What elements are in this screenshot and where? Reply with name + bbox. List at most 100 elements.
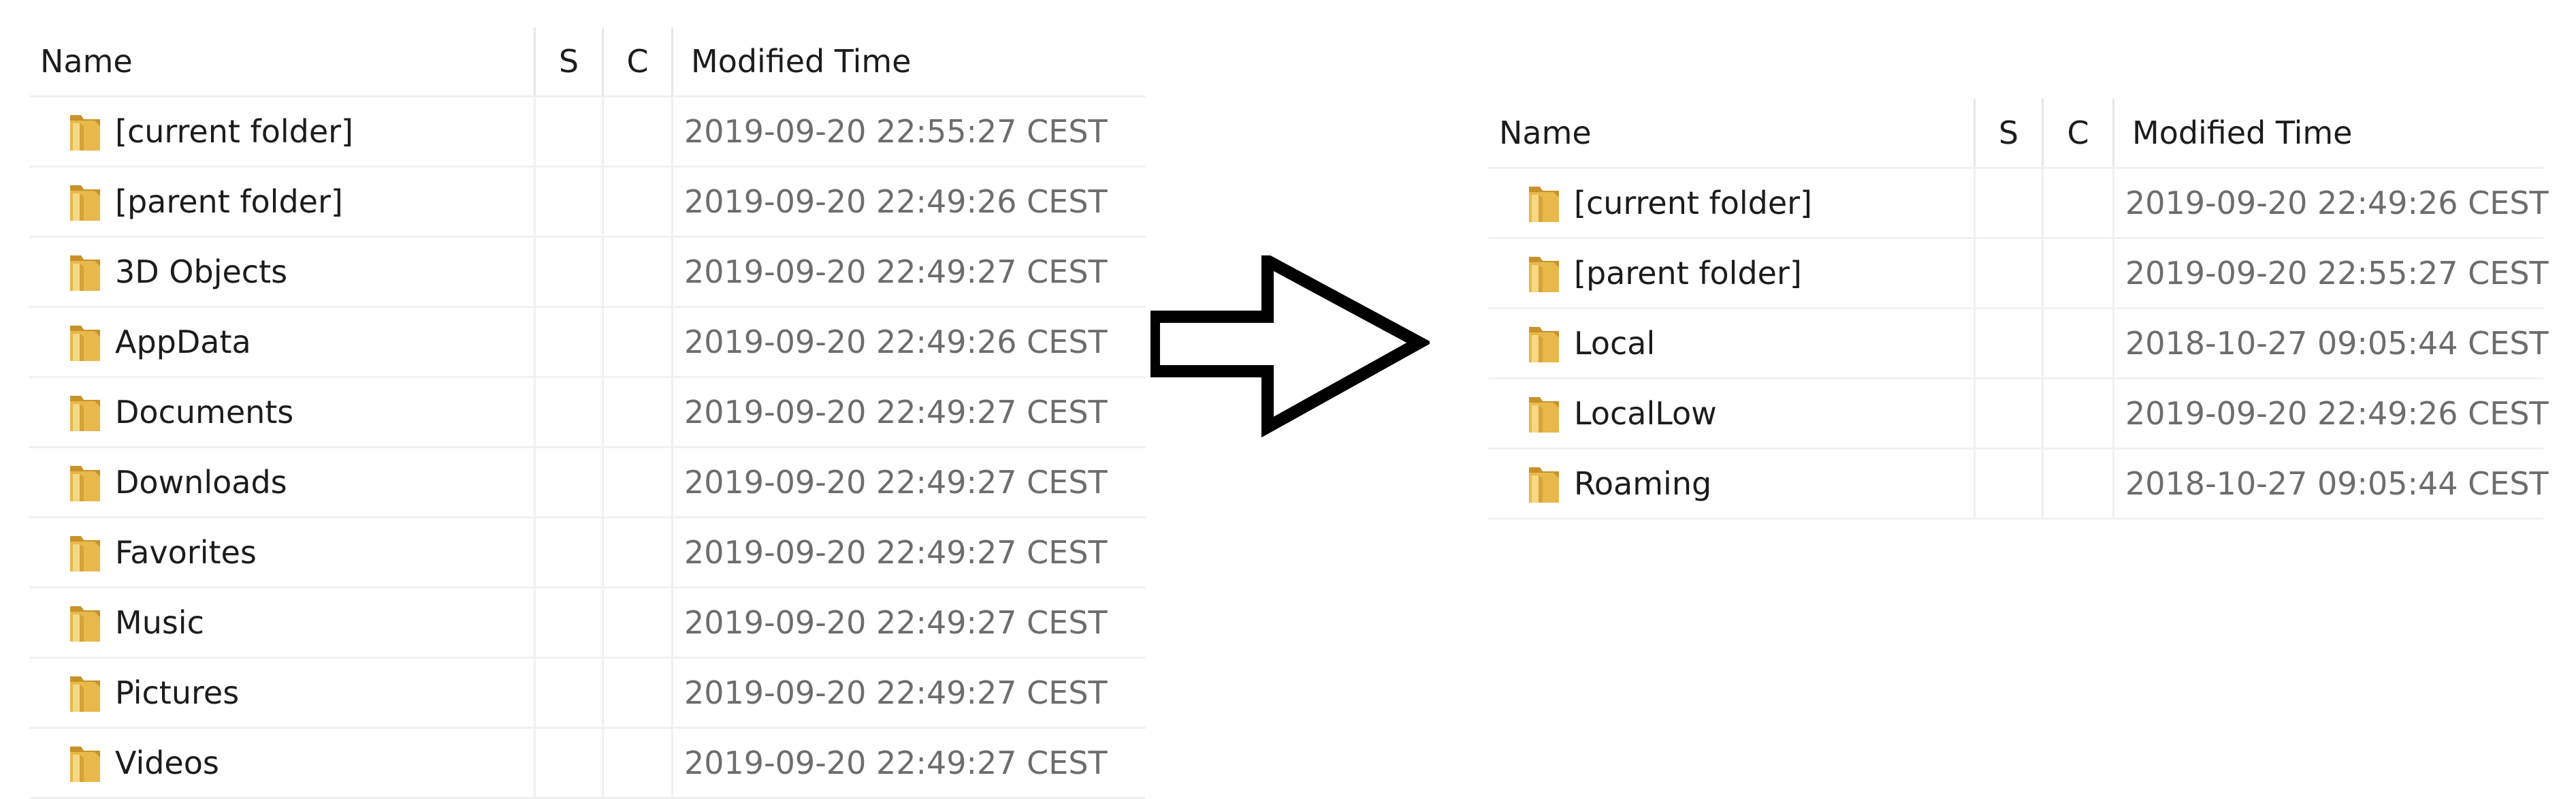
folder-icon [70, 676, 100, 712]
modified-time-cell: 2019-09-20 22:55:27 CEST [684, 113, 1108, 150]
item-name: AppData [115, 324, 251, 360]
folder-icon [70, 466, 100, 501]
c-cell [604, 97, 673, 166]
item-name: [parent folder] [115, 183, 343, 220]
modified-time-cell: 2019-09-20 22:49:26 CEST [2125, 185, 2549, 221]
column-header-name[interactable]: Name [29, 27, 536, 95]
item-name: [current folder] [115, 113, 353, 150]
s-cell [536, 238, 604, 306]
folder-icon [1529, 327, 1559, 362]
list-item[interactable]: Roaming 2018-10-27 09:05:44 CEST [1488, 450, 2549, 520]
c-cell [604, 589, 673, 657]
column-header-name[interactable]: Name [1488, 99, 1976, 167]
name-cell: Downloads [29, 448, 536, 516]
list-item[interactable]: Documents 2019-09-20 22:49:27 CEST [29, 378, 1146, 448]
s-cell [536, 729, 604, 797]
folder-icon [70, 396, 100, 431]
folder-icon [1529, 187, 1559, 222]
c-cell [604, 168, 673, 236]
name-cell: Favorites [29, 518, 536, 586]
name-cell: Music [29, 589, 536, 657]
modified-time-cell: 2019-09-20 22:49:27 CEST [684, 253, 1108, 290]
s-cell [536, 589, 604, 657]
list-item[interactable]: Pictures 2019-09-20 22:49:27 CEST [29, 659, 1146, 729]
folder-icon [1529, 397, 1559, 433]
list-item[interactable]: Local 2018-10-27 09:05:44 CEST [1488, 309, 2549, 379]
name-cell: [parent folder] [29, 168, 536, 236]
folder-icon [70, 606, 100, 642]
item-name: Downloads [115, 464, 287, 501]
folder-icon [1529, 257, 1559, 292]
s-cell [536, 168, 604, 236]
right-arrow-icon [1150, 255, 1430, 438]
item-name: Videos [115, 745, 219, 781]
s-cell [1976, 169, 2044, 237]
right-file-list: Name S C Modified Time [current folder] 2… [1488, 99, 2549, 520]
s-cell [1976, 379, 2044, 448]
s-cell [1976, 239, 2044, 307]
c-cell [604, 448, 673, 516]
folder-icon [70, 185, 100, 221]
item-name: Documents [115, 394, 294, 430]
modified-time-cell: 2019-09-20 22:49:27 CEST [684, 745, 1108, 781]
column-header-c[interactable]: C [604, 27, 673, 95]
c-cell [2044, 379, 2114, 448]
modified-time-cell: 2019-09-20 22:49:27 CEST [684, 464, 1108, 501]
list-item[interactable]: [parent folder] 2019-09-20 22:55:27 CEST [1488, 239, 2549, 309]
left-rows: [current folder] 2019-09-20 22:55:27 CEST… [29, 97, 1146, 799]
c-cell [2044, 239, 2114, 307]
modified-time-cell: 2019-09-20 22:49:26 CEST [684, 183, 1108, 220]
s-cell [536, 448, 604, 516]
modified-time-cell: 2018-10-27 09:05:44 CEST [2125, 325, 2549, 362]
modified-time-cell: 2019-09-20 22:49:26 CEST [2125, 395, 2549, 432]
folder-icon [70, 747, 100, 782]
name-cell: Pictures [29, 659, 536, 727]
right-rows: [current folder] 2019-09-20 22:49:26 CEST… [1488, 169, 2549, 520]
item-name: Pictures [115, 674, 240, 711]
folder-icon [70, 115, 100, 151]
column-header-s[interactable]: S [1976, 99, 2044, 167]
list-item[interactable]: 3D Objects 2019-09-20 22:49:27 CEST [29, 238, 1146, 308]
list-item[interactable]: LocalLow 2019-09-20 22:49:26 CEST [1488, 379, 2549, 450]
s-cell [536, 659, 604, 727]
column-header-s[interactable]: S [536, 27, 604, 95]
column-header-row: Name S C Modified Time [1488, 99, 2543, 169]
modified-time-cell: 2019-09-20 22:49:26 CEST [684, 324, 1108, 360]
list-item[interactable]: Favorites 2019-09-20 22:49:27 CEST [29, 518, 1146, 589]
folder-icon [70, 536, 100, 571]
name-cell: 3D Objects [29, 238, 536, 306]
item-name: 3D Objects [115, 253, 288, 290]
item-name: [current folder] [1574, 185, 1812, 221]
item-name: Music [115, 604, 204, 641]
s-cell [536, 378, 604, 446]
list-item[interactable]: [current folder] 2019-09-20 22:49:26 CEST [1488, 169, 2549, 239]
list-item[interactable]: [current folder] 2019-09-20 22:55:27 CEST [29, 97, 1146, 168]
name-cell: Local [1488, 309, 1976, 377]
folder-icon [1529, 467, 1559, 503]
name-cell: LocalLow [1488, 379, 1976, 448]
list-item[interactable]: Music 2019-09-20 22:49:27 CEST [29, 589, 1146, 659]
s-cell [536, 97, 604, 166]
left-file-list: Name S C Modified Time [current folder] 2… [29, 27, 1146, 799]
modified-time-cell: 2019-09-20 22:49:27 CEST [684, 604, 1108, 641]
list-item[interactable]: AppData 2019-09-20 22:49:26 CEST [29, 308, 1146, 378]
c-cell [604, 308, 673, 376]
item-name: LocalLow [1574, 395, 1717, 432]
column-header-row: Name S C Modified Time [29, 27, 1146, 97]
s-cell [1976, 309, 2044, 377]
name-cell: AppData [29, 308, 536, 376]
list-item[interactable]: Downloads 2019-09-20 22:49:27 CEST [29, 448, 1146, 518]
c-cell [604, 238, 673, 306]
name-cell: Roaming [1488, 450, 1976, 518]
column-header-modified-time[interactable]: Modified Time [673, 27, 1146, 95]
list-item[interactable]: [parent folder] 2019-09-20 22:49:26 CEST [29, 168, 1146, 238]
c-cell [604, 378, 673, 446]
name-cell: [parent folder] [1488, 239, 1976, 307]
s-cell [536, 518, 604, 586]
list-item[interactable]: Videos 2019-09-20 22:49:27 CEST [29, 729, 1146, 799]
column-header-c[interactable]: C [2044, 99, 2114, 167]
column-header-modified-time[interactable]: Modified Time [2114, 99, 2543, 167]
c-cell [604, 729, 673, 797]
c-cell [604, 659, 673, 727]
name-cell: Videos [29, 729, 536, 797]
